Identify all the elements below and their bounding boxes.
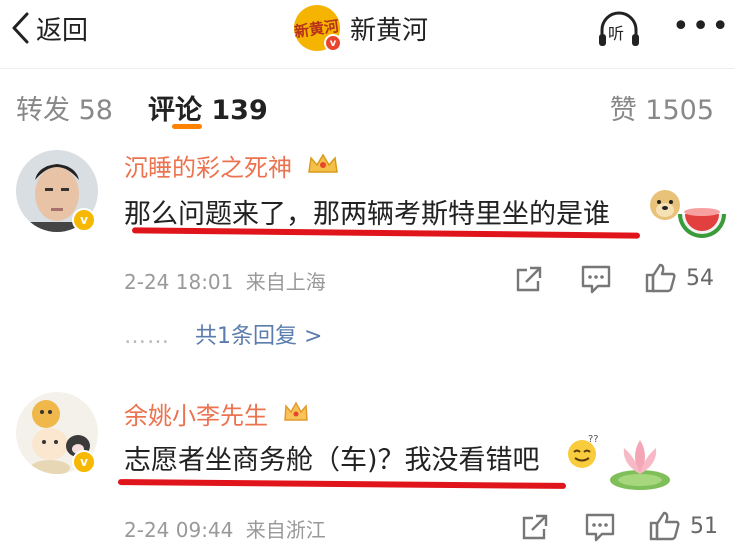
comment-icon[interactable]: [584, 512, 616, 542]
reply-summary: …… 共1条回复 >: [124, 318, 322, 350]
username-label: 沉睡的彩之死神: [124, 154, 292, 182]
avatar[interactable]: v: [16, 150, 98, 232]
nav-divider: [0, 68, 734, 69]
crown-icon: [283, 401, 308, 421]
username-label: 余姚小李先生: [124, 402, 268, 430]
watermelon-emoji-icon: [676, 200, 728, 250]
comment-text: 志愿者坐商务舱（车)？我没看错吧: [124, 445, 540, 476]
tab-forward[interactable]: 转发 58: [16, 88, 113, 127]
avatar[interactable]: v: [16, 392, 98, 474]
back-label: 返回: [36, 15, 89, 46]
verified-badge-icon: v: [72, 450, 96, 474]
comment-meta: 2-24 18:01 来自上海: [124, 266, 326, 295]
back-button[interactable]: 返回: [10, 8, 88, 48]
active-tab-indicator: [172, 124, 202, 129]
dizzy-face-emoji-icon: ??: [564, 432, 604, 474]
comment-meta: 2-24 09:44 来自浙江: [124, 514, 326, 543]
comment-time: 2-24 18:01: [124, 270, 234, 294]
svg-text:??: ??: [588, 434, 599, 445]
crown-icon: [307, 153, 338, 173]
thumbs-up-icon[interactable]: [644, 262, 678, 294]
listen-label: 听: [608, 24, 625, 43]
comment-location: 来自浙江: [245, 518, 326, 542]
view-replies-link[interactable]: 共1条回复 >: [195, 324, 322, 349]
more-icon[interactable]: •••: [672, 12, 731, 42]
comment-icon[interactable]: [580, 264, 612, 294]
top-nav: 返回 新黄河 v 新黄河 听 •••: [0, 0, 734, 62]
comment-username[interactable]: 余姚小李先生: [124, 396, 310, 431]
handwritten-underline: [117, 479, 567, 489]
reply-dots: ……: [124, 324, 170, 349]
comment-username[interactable]: 沉睡的彩之死神: [124, 148, 340, 183]
tab-comment[interactable]: 评论 139: [148, 88, 268, 127]
lotus-flower-decoration-icon: [604, 434, 674, 498]
page-title: 新黄河: [350, 15, 429, 46]
thumbs-up-icon[interactable]: [648, 510, 682, 542]
share-icon[interactable]: [514, 264, 544, 294]
comment-time: 2-24 09:44: [124, 518, 234, 542]
chevron-left-icon: [12, 12, 29, 44]
like-count: 54: [686, 266, 714, 291]
account-title[interactable]: 新黄河 v 新黄河: [294, 4, 428, 52]
comment-text: 那么问题来了，那两辆考斯特里坐的是谁: [124, 199, 610, 230]
listen-button[interactable]: 听: [596, 8, 642, 50]
account-logo: 新黄河 v: [294, 5, 342, 52]
comment-location: 来自上海: [245, 270, 326, 294]
verified-badge-icon: v: [324, 34, 342, 52]
tab-bar: 转发 58 评论 139 赞 1505: [0, 88, 734, 136]
share-icon[interactable]: [520, 512, 550, 542]
tab-like[interactable]: 赞 1505: [610, 88, 714, 127]
like-count: 51: [690, 514, 718, 539]
verified-badge-icon: v: [72, 208, 96, 232]
